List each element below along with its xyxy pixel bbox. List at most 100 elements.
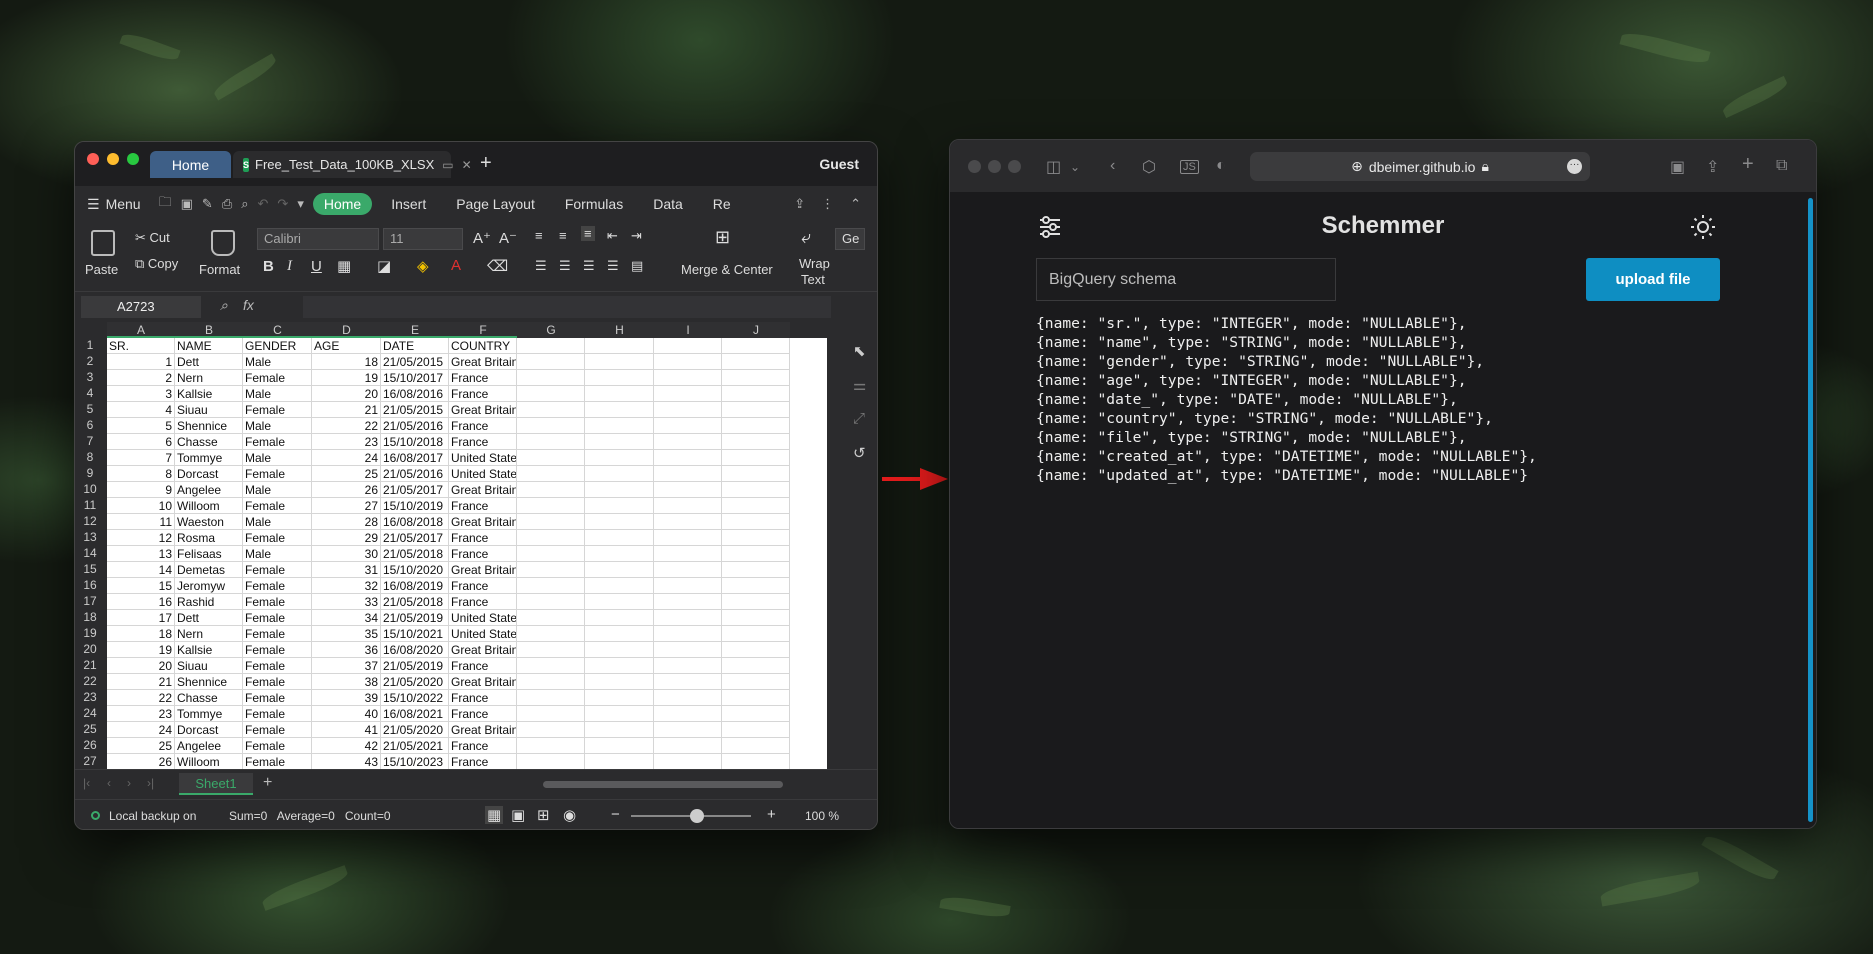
- row-header[interactable]: 25: [75, 722, 105, 738]
- table-cell[interactable]: 42: [312, 738, 381, 754]
- table-cell[interactable]: Female: [243, 706, 312, 722]
- function-icon[interactable]: fx: [243, 297, 254, 313]
- table-cell[interactable]: 15/10/2017: [381, 370, 449, 386]
- table-cell[interactable]: [517, 530, 585, 546]
- table-cell[interactable]: [517, 402, 585, 418]
- table-cell[interactable]: 21: [107, 674, 175, 690]
- table-cell[interactable]: 21/05/2019: [381, 610, 449, 626]
- table-cell[interactable]: COUNTRY: [449, 338, 517, 354]
- table-cell[interactable]: [517, 594, 585, 610]
- table-cell[interactable]: 4: [107, 402, 175, 418]
- table-cell[interactable]: [517, 482, 585, 498]
- indent-decrease-icon[interactable]: ⇤: [607, 228, 618, 244]
- table-cell[interactable]: 34: [312, 610, 381, 626]
- table-cell[interactable]: [517, 578, 585, 594]
- wrap-text-label[interactable]: Wrap: [799, 256, 830, 271]
- table-cell[interactable]: [517, 354, 585, 370]
- table-cell[interactable]: [654, 354, 722, 370]
- table-cell[interactable]: 17: [107, 610, 175, 626]
- sidebar-chevron-icon[interactable]: ⌄: [1070, 160, 1080, 174]
- table-cell[interactable]: Female: [243, 578, 312, 594]
- distribute-icon[interactable]: ▤: [631, 258, 643, 274]
- table-cell[interactable]: Waeston: [175, 514, 243, 530]
- table-cell[interactable]: 29: [312, 530, 381, 546]
- undo-icon[interactable]: ↶: [258, 196, 269, 212]
- table-cell[interactable]: [722, 722, 790, 738]
- table-cell[interactable]: 28: [312, 514, 381, 530]
- page-layout-view-icon[interactable]: ▣: [511, 806, 525, 824]
- adjust-icon[interactable]: ⚌: [853, 376, 866, 394]
- table-cell[interactable]: Female: [243, 594, 312, 610]
- table-cell[interactable]: [722, 594, 790, 610]
- table-cell[interactable]: Female: [243, 434, 312, 450]
- table-cell[interactable]: [517, 674, 585, 690]
- tab-insert[interactable]: Insert: [380, 193, 437, 215]
- history-icon[interactable]: ↺: [853, 444, 866, 462]
- table-cell[interactable]: 26: [107, 754, 175, 769]
- row-header[interactable]: 16: [75, 578, 105, 594]
- table-cell[interactable]: [585, 546, 654, 562]
- table-cell[interactable]: [722, 562, 790, 578]
- table-cell[interactable]: [722, 642, 790, 658]
- borders-icon[interactable]: ▦: [337, 257, 351, 275]
- sheet-tab-sheet1[interactable]: Sheet1: [179, 773, 253, 795]
- tab-page-layout[interactable]: Page Layout: [445, 193, 546, 215]
- table-cell[interactable]: Nern: [175, 370, 243, 386]
- theme-toggle-sun-icon[interactable]: [1690, 214, 1716, 240]
- table-cell[interactable]: [517, 514, 585, 530]
- row-header[interactable]: 1: [75, 338, 105, 354]
- address-bar[interactable]: ⊕ dbeimer.github.io 🔒︎ ···: [1250, 152, 1590, 181]
- table-cell[interactable]: 14: [107, 562, 175, 578]
- column-header-d[interactable]: D: [312, 322, 381, 338]
- table-cell[interactable]: Great Britain: [449, 562, 517, 578]
- window-icon[interactable]: ▭: [442, 158, 453, 172]
- table-cell[interactable]: 15/10/2022: [381, 690, 449, 706]
- table-cell[interactable]: 13: [107, 546, 175, 562]
- cell-style-icon[interactable]: ◪: [377, 257, 391, 275]
- table-cell[interactable]: Siuau: [175, 658, 243, 674]
- table-cell[interactable]: Male: [243, 482, 312, 498]
- table-cell[interactable]: Shennice: [175, 674, 243, 690]
- table-cell[interactable]: 16/08/2016: [381, 386, 449, 402]
- table-cell[interactable]: 10: [107, 498, 175, 514]
- user-label[interactable]: Guest: [819, 156, 859, 172]
- table-cell[interactable]: Female: [243, 642, 312, 658]
- table-cell[interactable]: [654, 658, 722, 674]
- wrap-text-icon[interactable]: ⤶: [801, 227, 811, 248]
- table-cell[interactable]: United States: [449, 466, 517, 482]
- table-cell[interactable]: [722, 338, 790, 354]
- table-cell[interactable]: [585, 354, 654, 370]
- table-cell[interactable]: 37: [312, 658, 381, 674]
- extension-badge-icon[interactable]: ▣: [1670, 157, 1685, 177]
- table-cell[interactable]: [722, 402, 790, 418]
- spreadsheet-grid[interactable]: SR. NAME GENDER AGE DATE COUNTRY 1 Dett Male 18 21…: [75, 322, 835, 769]
- row-header[interactable]: 11: [75, 498, 105, 514]
- table-cell[interactable]: 15/10/2018: [381, 434, 449, 450]
- table-cell[interactable]: 7: [107, 450, 175, 466]
- table-cell[interactable]: [722, 370, 790, 386]
- table-cell[interactable]: [517, 418, 585, 434]
- table-cell[interactable]: 21/05/2019: [381, 658, 449, 674]
- table-cell[interactable]: [517, 450, 585, 466]
- decrease-font-icon[interactable]: A⁻: [499, 229, 517, 247]
- table-cell[interactable]: Great Britain: [449, 674, 517, 690]
- merge-center-button[interactable]: Merge & Center: [681, 262, 773, 277]
- back-icon[interactable]: ‹: [1110, 157, 1115, 175]
- table-cell[interactable]: [585, 754, 654, 769]
- table-cell[interactable]: France: [449, 418, 517, 434]
- table-cell[interactable]: [722, 546, 790, 562]
- table-cell[interactable]: 22: [107, 690, 175, 706]
- table-cell[interactable]: Female: [243, 754, 312, 769]
- row-header[interactable]: 20: [75, 642, 105, 658]
- table-cell[interactable]: [654, 690, 722, 706]
- table-cell[interactable]: 15/10/2019: [381, 498, 449, 514]
- table-cell[interactable]: [517, 754, 585, 769]
- table-cell[interactable]: 9: [107, 482, 175, 498]
- table-cell[interactable]: United States: [449, 626, 517, 642]
- table-cell[interactable]: 27: [312, 498, 381, 514]
- tab-formulas[interactable]: Formulas: [554, 193, 634, 215]
- table-cell[interactable]: Great Britain: [449, 722, 517, 738]
- table-cell[interactable]: Male: [243, 450, 312, 466]
- align-middle-icon[interactable]: ≡: [559, 228, 567, 243]
- table-cell[interactable]: Female: [243, 530, 312, 546]
